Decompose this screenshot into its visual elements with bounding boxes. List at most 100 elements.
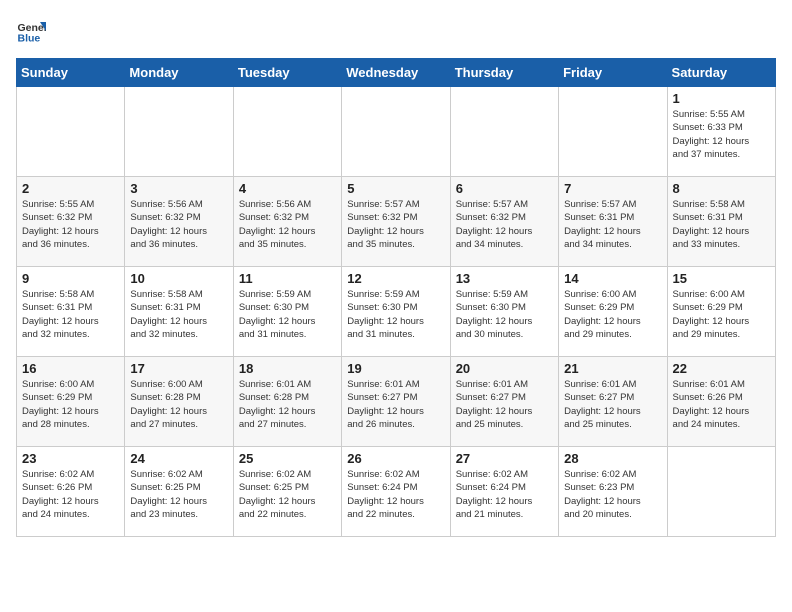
week-row-2: 2 Sunrise: 5:55 AM Sunset: 6:32 PM Daylig…: [17, 177, 776, 267]
day-cell: 6Sunrise: 5:57 AM Sunset: 6:32 PM Daylig…: [450, 177, 558, 267]
day-number: 8: [673, 181, 770, 196]
day-number: 28: [564, 451, 661, 466]
day-cell: [667, 447, 775, 537]
day-info: Sunrise: 5:55 AM Sunset: 6:32 PM Dayligh…: [22, 198, 119, 251]
day-info: Sunrise: 5:58 AM Sunset: 6:31 PM Dayligh…: [673, 198, 770, 251]
day-cell: [17, 87, 125, 177]
day-number: 7: [564, 181, 661, 196]
day-cell: 24 Sunrise: 6:02 AM Sunset: 6:25 PM Dayli…: [125, 447, 233, 537]
logo: General Blue: [16, 16, 50, 46]
day-number: 21: [564, 361, 661, 376]
day-number: 11: [239, 271, 336, 286]
day-cell: [233, 87, 341, 177]
day-info: Sunrise: 5:56 AM Sunset: 6:32 PM Dayligh…: [239, 198, 336, 251]
day-cell: [125, 87, 233, 177]
day-cell: 23 Sunrise: 6:02 AM Sunset: 6:26 PM Dayli…: [17, 447, 125, 537]
day-number: 1: [673, 91, 770, 106]
day-info: Sunrise: 6:02 AM Sunset: 6:23 PM Dayligh…: [564, 468, 661, 521]
day-cell: 26 Sunrise: 6:02 AM Sunset: 6:24 PM Dayli…: [342, 447, 450, 537]
day-cell: 11 Sunrise: 5:59 AM Sunset: 6:30 PM Dayli…: [233, 267, 341, 357]
week-row-1: 1 Sunrise: 5:55 AM Sunset: 6:33 PM Daylig…: [17, 87, 776, 177]
day-info: Sunrise: 5:57 AM Sunset: 6:32 PM Dayligh…: [347, 198, 444, 251]
day-info: Sunrise: 6:02 AM Sunset: 6:25 PM Dayligh…: [130, 468, 227, 521]
header-day-monday: Monday: [125, 59, 233, 87]
day-cell: 16 Sunrise: 6:00 AM Sunset: 6:29 PM Dayli…: [17, 357, 125, 447]
day-number: 15: [673, 271, 770, 286]
day-info: Sunrise: 6:01 AM Sunset: 6:26 PM Dayligh…: [673, 378, 770, 431]
day-info: Sunrise: 5:58 AM Sunset: 6:31 PM Dayligh…: [130, 288, 227, 341]
day-cell: 2 Sunrise: 5:55 AM Sunset: 6:32 PM Daylig…: [17, 177, 125, 267]
header-day-friday: Friday: [559, 59, 667, 87]
day-cell: 13 Sunrise: 5:59 AM Sunset: 6:30 PM Dayli…: [450, 267, 558, 357]
day-info: Sunrise: 5:57 AM Sunset: 6:32 PM Dayligh…: [456, 198, 553, 251]
day-number: 10: [130, 271, 227, 286]
day-info: Sunrise: 6:01 AM Sunset: 6:27 PM Dayligh…: [347, 378, 444, 431]
day-number: 25: [239, 451, 336, 466]
day-info: Sunrise: 6:00 AM Sunset: 6:29 PM Dayligh…: [22, 378, 119, 431]
day-info: Sunrise: 6:00 AM Sunset: 6:28 PM Dayligh…: [130, 378, 227, 431]
day-number: 19: [347, 361, 444, 376]
day-number: 23: [22, 451, 119, 466]
page-header: General Blue: [16, 16, 776, 46]
day-info: Sunrise: 5:58 AM Sunset: 6:31 PM Dayligh…: [22, 288, 119, 341]
day-number: 18: [239, 361, 336, 376]
day-info: Sunrise: 5:55 AM Sunset: 6:33 PM Dayligh…: [673, 108, 770, 161]
day-cell: 19 Sunrise: 6:01 AM Sunset: 6:27 PM Dayli…: [342, 357, 450, 447]
day-info: Sunrise: 6:02 AM Sunset: 6:25 PM Dayligh…: [239, 468, 336, 521]
header-day-wednesday: Wednesday: [342, 59, 450, 87]
day-cell: [559, 87, 667, 177]
day-number: 3: [130, 181, 227, 196]
day-info: Sunrise: 6:02 AM Sunset: 6:26 PM Dayligh…: [22, 468, 119, 521]
day-number: 27: [456, 451, 553, 466]
day-cell: 5 Sunrise: 5:57 AM Sunset: 6:32 PM Daylig…: [342, 177, 450, 267]
day-cell: 12Sunrise: 5:59 AM Sunset: 6:30 PM Dayli…: [342, 267, 450, 357]
day-info: Sunrise: 6:02 AM Sunset: 6:24 PM Dayligh…: [456, 468, 553, 521]
day-cell: [450, 87, 558, 177]
day-number: 4: [239, 181, 336, 196]
header-day-thursday: Thursday: [450, 59, 558, 87]
day-cell: 27 Sunrise: 6:02 AM Sunset: 6:24 PM Dayli…: [450, 447, 558, 537]
svg-text:Blue: Blue: [18, 33, 41, 45]
day-info: Sunrise: 6:01 AM Sunset: 6:27 PM Dayligh…: [456, 378, 553, 431]
day-info: Sunrise: 6:01 AM Sunset: 6:28 PM Dayligh…: [239, 378, 336, 431]
day-number: 14: [564, 271, 661, 286]
day-number: 22: [673, 361, 770, 376]
day-cell: 4 Sunrise: 5:56 AM Sunset: 6:32 PM Daylig…: [233, 177, 341, 267]
day-info: Sunrise: 5:59 AM Sunset: 6:30 PM Dayligh…: [239, 288, 336, 341]
day-cell: 7Sunrise: 5:57 AM Sunset: 6:31 PM Daylig…: [559, 177, 667, 267]
day-cell: [342, 87, 450, 177]
header-day-sunday: Sunday: [17, 59, 125, 87]
day-number: 24: [130, 451, 227, 466]
day-cell: 17 Sunrise: 6:00 AM Sunset: 6:28 PM Dayli…: [125, 357, 233, 447]
day-cell: 15 Sunrise: 6:00 AM Sunset: 6:29 PM Dayli…: [667, 267, 775, 357]
day-cell: 10 Sunrise: 5:58 AM Sunset: 6:31 PM Dayli…: [125, 267, 233, 357]
day-info: Sunrise: 6:00 AM Sunset: 6:29 PM Dayligh…: [564, 288, 661, 341]
day-cell: 21 Sunrise: 6:01 AM Sunset: 6:27 PM Dayli…: [559, 357, 667, 447]
day-number: 12: [347, 271, 444, 286]
calendar-body: 1 Sunrise: 5:55 AM Sunset: 6:33 PM Daylig…: [17, 87, 776, 537]
calendar-header: SundayMondayTuesdayWednesdayThursdayFrid…: [17, 59, 776, 87]
day-cell: 28 Sunrise: 6:02 AM Sunset: 6:23 PM Dayli…: [559, 447, 667, 537]
day-number: 17: [130, 361, 227, 376]
logo-icon: General Blue: [16, 16, 46, 46]
week-row-4: 16 Sunrise: 6:00 AM Sunset: 6:29 PM Dayli…: [17, 357, 776, 447]
day-cell: 9Sunrise: 5:58 AM Sunset: 6:31 PM Daylig…: [17, 267, 125, 357]
header-day-tuesday: Tuesday: [233, 59, 341, 87]
header-row: SundayMondayTuesdayWednesdayThursdayFrid…: [17, 59, 776, 87]
day-number: 26: [347, 451, 444, 466]
day-number: 20: [456, 361, 553, 376]
day-info: Sunrise: 5:59 AM Sunset: 6:30 PM Dayligh…: [456, 288, 553, 341]
day-number: 2: [22, 181, 119, 196]
day-cell: 22 Sunrise: 6:01 AM Sunset: 6:26 PM Dayli…: [667, 357, 775, 447]
day-cell: 1 Sunrise: 5:55 AM Sunset: 6:33 PM Daylig…: [667, 87, 775, 177]
day-number: 16: [22, 361, 119, 376]
day-number: 5: [347, 181, 444, 196]
day-cell: 25 Sunrise: 6:02 AM Sunset: 6:25 PM Dayli…: [233, 447, 341, 537]
day-number: 13: [456, 271, 553, 286]
day-cell: 18 Sunrise: 6:01 AM Sunset: 6:28 PM Dayli…: [233, 357, 341, 447]
day-info: Sunrise: 6:00 AM Sunset: 6:29 PM Dayligh…: [673, 288, 770, 341]
day-info: Sunrise: 6:01 AM Sunset: 6:27 PM Dayligh…: [564, 378, 661, 431]
day-info: Sunrise: 6:02 AM Sunset: 6:24 PM Dayligh…: [347, 468, 444, 521]
header-day-saturday: Saturday: [667, 59, 775, 87]
day-cell: 3Sunrise: 5:56 AM Sunset: 6:32 PM Daylig…: [125, 177, 233, 267]
